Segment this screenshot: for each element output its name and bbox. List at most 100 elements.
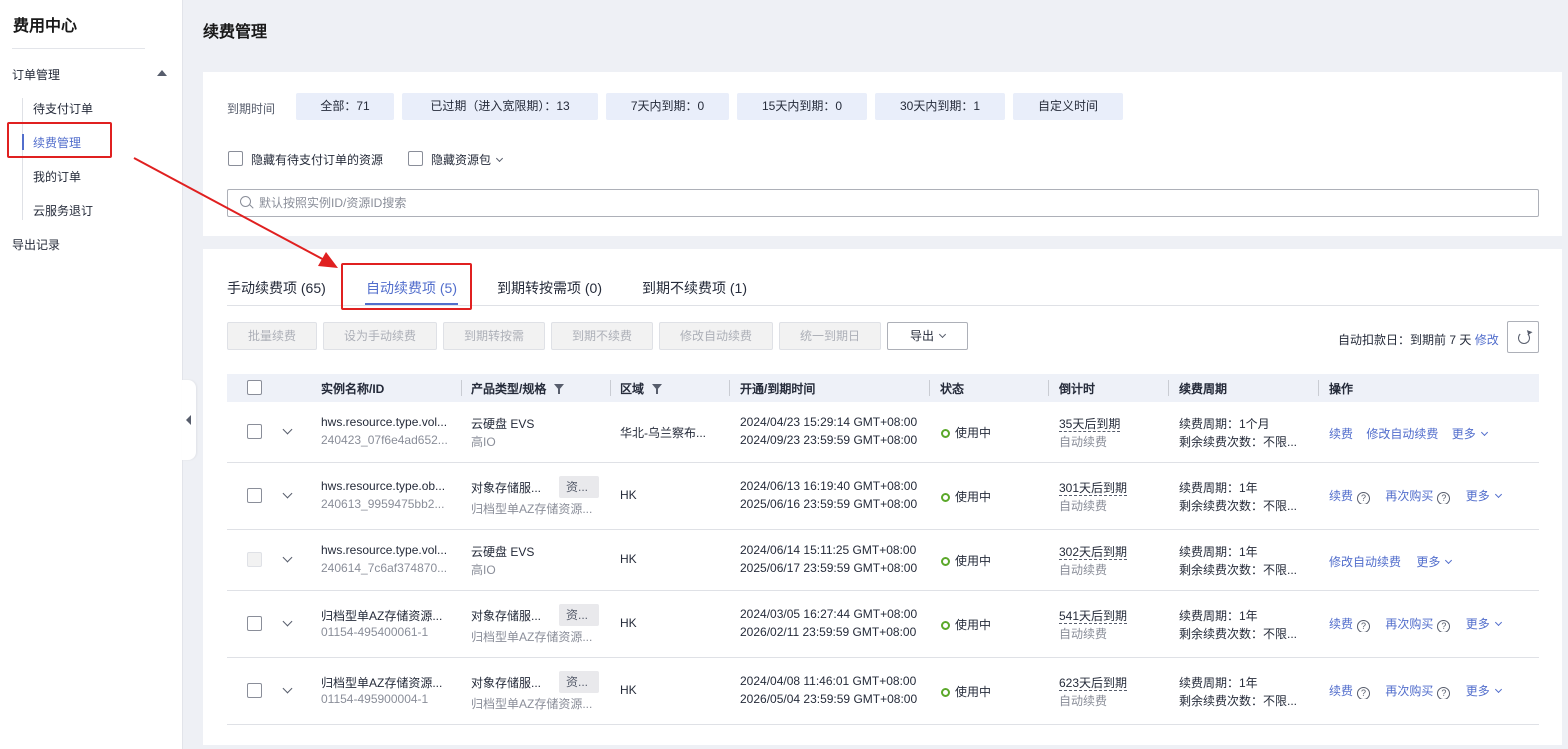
modify-auto-renew-link[interactable]: 修改自动续费 [1329, 555, 1401, 569]
status-badge: 使用中 [941, 683, 1041, 700]
help-icon[interactable]: ? [1357, 492, 1371, 504]
more-dropdown[interactable]: 更多 [1466, 617, 1502, 631]
renew-link[interactable]: 续费 [1329, 684, 1353, 698]
status-text: 使用中 [955, 618, 992, 632]
instance-name[interactable]: 归档型单AZ存储资源... [321, 674, 456, 691]
col-separator [610, 380, 611, 396]
row-checkbox[interactable] [247, 683, 262, 698]
more-dropdown[interactable]: 更多 [1465, 684, 1502, 698]
help-icon[interactable]: ? [1437, 687, 1451, 699]
annotation-highlight-tab [341, 263, 472, 310]
tab-no-renewal[interactable]: 到期不续费项 (1) [642, 278, 747, 298]
resource-tag: 资... [559, 476, 599, 498]
region: HK [620, 683, 637, 697]
status-ok-icon [941, 493, 950, 502]
filter-icon[interactable] [554, 384, 565, 394]
hide-pending-label: 隐藏有待支付订单的资源 [251, 153, 384, 167]
instance-id: 01154-495400061-1 [321, 625, 429, 639]
instance-name[interactable]: hws.resource.type.vol... [321, 415, 456, 429]
hide-package-dropdown[interactable]: 隐藏资源包 [431, 151, 504, 168]
row-divider [227, 462, 1539, 463]
row-checkbox[interactable] [247, 616, 262, 631]
select-all-checkbox[interactable] [247, 380, 262, 395]
more-dropdown[interactable]: 更多 [1452, 427, 1488, 441]
export-dropdown-button[interactable]: 导出 [887, 322, 968, 350]
product-type: 对象存储服... [471, 481, 542, 495]
buy-again-link[interactable]: 再次购买 [1385, 489, 1433, 503]
sidebar-tree-line [22, 98, 23, 220]
modify-deduct-link[interactable]: 修改 [1475, 333, 1499, 347]
expire-time: 2026/02/11 23:59:59 GMT+08:00 [740, 625, 917, 639]
region: HK [620, 552, 637, 566]
col-region[interactable]: 区域 [620, 380, 663, 397]
sidebar-item-export-records[interactable]: 导出记录 [12, 236, 60, 253]
row-divider [227, 590, 1539, 591]
filter-15days-button[interactable]: 15天内到期：0 [737, 93, 867, 120]
status-ok-icon [941, 429, 950, 438]
hide-package-checkbox[interactable] [408, 151, 423, 166]
tab-to-on-demand[interactable]: 到期转按需项 (0) [497, 278, 602, 298]
renew-link[interactable]: 续费 [1329, 617, 1353, 631]
more-label: 更多 [1416, 555, 1441, 569]
status-badge: 使用中 [941, 424, 1041, 441]
buy-again-link[interactable]: 再次购买 [1385, 617, 1433, 631]
col-separator [1168, 380, 1169, 396]
filter-all-button[interactable]: 全部：71 [296, 93, 394, 120]
help-icon[interactable]: ? [1437, 492, 1451, 504]
set-manual-renew-button[interactable]: 设为手动续费 [323, 322, 437, 350]
sidebar-collapse-toggle[interactable] [182, 380, 196, 460]
more-dropdown[interactable]: 更多 [1466, 489, 1502, 503]
filter-custom-time-button[interactable]: 自定义时间 [1013, 93, 1123, 120]
sidebar-group-order-management[interactable]: 订单管理 [12, 66, 172, 84]
expire-time: 2026/05/04 23:59:59 GMT+08:00 [740, 692, 918, 706]
tab-manual-renewal[interactable]: 手动续费项 (65) [227, 278, 326, 298]
chevron-down-icon [1494, 618, 1502, 627]
filter-expired-button[interactable]: 已过期（进入宽限期）：13 [402, 93, 598, 120]
instance-name[interactable]: 归档型单AZ存储资源... [321, 607, 456, 624]
hide-pending-checkbox[interactable] [228, 151, 243, 166]
renew-link[interactable]: 续费 [1329, 427, 1353, 441]
more-label: 更多 [1465, 684, 1490, 698]
countdown: 301天后到期 [1059, 479, 1159, 496]
help-icon[interactable]: ? [1357, 620, 1371, 632]
countdown: 35天后到期 [1059, 415, 1159, 432]
help-icon[interactable]: ? [1357, 687, 1371, 699]
row-operations: 续费? 再次购买? 更多 [1329, 615, 1539, 632]
row-checkbox[interactable] [247, 424, 262, 439]
modify-auto-renew-link[interactable]: 修改自动续费 [1366, 427, 1438, 441]
row-operations: 续费? 再次购买? 更多 [1329, 682, 1539, 699]
chevron-down-icon [1494, 490, 1502, 499]
refresh-button[interactable] [1507, 321, 1539, 353]
col-region-label: 区域 [620, 382, 645, 396]
help-icon[interactable]: ? [1437, 620, 1451, 632]
hide-package-label: 隐藏资源包 [431, 153, 492, 167]
more-dropdown[interactable]: 更多 [1416, 555, 1453, 569]
row-checkbox[interactable] [247, 488, 262, 503]
filter-7days-button[interactable]: 7天内到期：0 [606, 93, 729, 120]
product-type: 云硬盘 EVS [471, 545, 535, 559]
open-time: 2024/04/08 11:46:01 GMT+08:00 [740, 674, 917, 688]
instance-id: 240614_7c6af374870... [321, 561, 448, 575]
status-badge: 使用中 [941, 616, 1041, 633]
instance-name[interactable]: hws.resource.type.vol... [321, 543, 456, 557]
to-on-demand-button[interactable]: 到期转按需 [443, 322, 545, 350]
countdown-text: 541天后到期 [1059, 609, 1128, 624]
filter-icon[interactable] [652, 384, 663, 394]
instance-name[interactable]: hws.resource.type.ob... [321, 479, 456, 493]
refresh-icon [1518, 332, 1530, 344]
sidebar-item-my-orders[interactable]: 我的订单 [33, 168, 81, 185]
search-box[interactable] [227, 189, 1539, 217]
search-input[interactable] [259, 195, 1459, 211]
modify-auto-renew-button[interactable]: 修改自动续费 [659, 322, 773, 350]
resource-tag: 资... [559, 604, 599, 626]
no-renew-button[interactable]: 到期不续费 [551, 322, 653, 350]
unify-expiry-button[interactable]: 统一到期日 [779, 322, 881, 350]
sidebar-item-unsubscribe[interactable]: 云服务退订 [33, 202, 93, 219]
filter-30days-button[interactable]: 30天内到期：1 [875, 93, 1005, 120]
col-product-type[interactable]: 产品类型/规格 [471, 380, 565, 397]
buy-again-link[interactable]: 再次购买 [1385, 684, 1433, 698]
renew-link[interactable]: 续费 [1329, 489, 1353, 503]
batch-renew-button[interactable]: 批量续费 [227, 322, 317, 350]
col-instance-name: 实例名称/ID [321, 382, 385, 396]
sidebar-item-pending-orders[interactable]: 待支付订单 [33, 100, 93, 117]
